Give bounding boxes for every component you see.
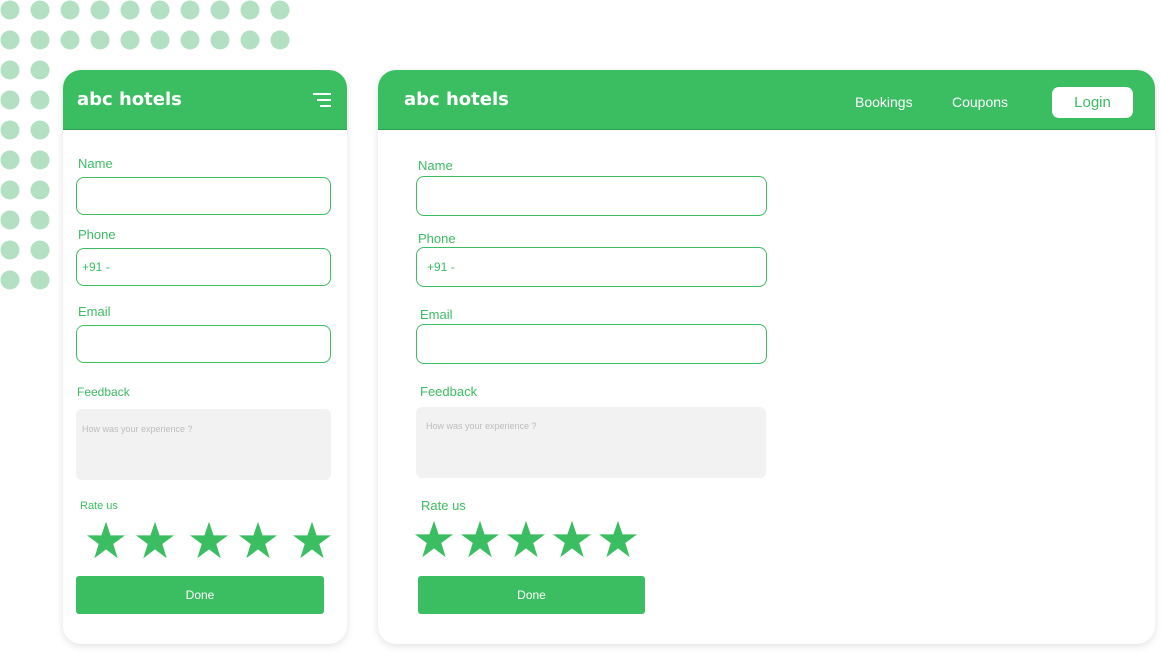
decorative-dot <box>90 0 110 20</box>
decorative-dot <box>30 0 50 20</box>
decorative-dot <box>270 30 290 50</box>
email-label: Email <box>420 307 453 322</box>
decorative-dot <box>0 120 20 140</box>
phone-prefix: +91 - <box>82 260 110 274</box>
mobile-form-panel: abc hotels Name Phone +91 - Email Feedba… <box>63 70 347 644</box>
feedback-label: Feedback <box>420 384 478 399</box>
desktop-header: abc hotels Bookings Coupons Login <box>378 70 1155 130</box>
decorative-dot <box>30 60 50 80</box>
decorative-dot <box>270 0 290 20</box>
decorative-dot <box>120 30 140 50</box>
decorative-dot <box>30 180 50 200</box>
decorative-dot <box>90 30 110 50</box>
phone-prefix: +91 - <box>427 260 455 274</box>
email-field[interactable] <box>416 324 767 364</box>
decorative-dot <box>0 0 20 20</box>
decorative-dot <box>180 30 200 50</box>
decorative-dot <box>0 210 20 230</box>
decorative-dot <box>0 30 20 50</box>
hamburger-menu-icon[interactable] <box>313 93 331 107</box>
phone-label: Phone <box>78 227 116 242</box>
feedback-placeholder: How was your experience ? <box>82 424 193 434</box>
brand-logo[interactable]: abc hotels <box>77 89 182 110</box>
decorative-dot <box>30 120 50 140</box>
star-icon[interactable] <box>415 520 453 558</box>
star-icon[interactable] <box>461 520 499 558</box>
decorative-dot <box>210 0 230 20</box>
decorative-dot <box>120 0 140 20</box>
star-icon[interactable] <box>239 521 277 559</box>
name-field[interactable] <box>76 177 331 215</box>
decorative-dot <box>60 30 80 50</box>
decorative-dot <box>0 180 20 200</box>
star-icon[interactable] <box>599 520 637 558</box>
decorative-dot <box>180 0 200 20</box>
decorative-dot <box>30 210 50 230</box>
decorative-dot <box>30 90 50 110</box>
decorative-dot <box>240 30 260 50</box>
star-icon[interactable] <box>293 521 331 559</box>
star-icon[interactable] <box>190 521 228 559</box>
mobile-header: abc hotels <box>63 70 347 130</box>
feedback-placeholder: How was your experience ? <box>426 421 537 431</box>
phone-field[interactable]: +91 - <box>76 248 331 286</box>
feedback-textarea[interactable]: How was your experience ? <box>76 409 331 480</box>
phone-label: Phone <box>418 231 456 246</box>
rate-label: Rate us <box>421 498 466 513</box>
decorative-dot <box>0 150 20 170</box>
brand-logo[interactable]: abc hotels <box>404 89 509 110</box>
email-field[interactable] <box>76 325 331 363</box>
feedback-textarea[interactable]: How was your experience ? <box>416 407 766 478</box>
star-icon[interactable] <box>507 520 545 558</box>
decorative-dot <box>60 0 80 20</box>
decorative-dot <box>30 240 50 260</box>
decorative-dot <box>30 30 50 50</box>
decorative-dot <box>240 0 260 20</box>
decorative-dot <box>210 30 230 50</box>
decorative-dot <box>30 270 50 290</box>
decorative-dot <box>0 90 20 110</box>
phone-field[interactable]: +91 - <box>416 247 767 287</box>
decorative-dot <box>0 60 20 80</box>
decorative-dot <box>0 240 20 260</box>
decorative-dot <box>0 270 20 290</box>
done-button[interactable]: Done <box>76 576 324 614</box>
rate-label: Rate us <box>80 500 118 512</box>
name-label: Name <box>78 156 113 171</box>
star-icon[interactable] <box>553 520 591 558</box>
decorative-dot <box>150 0 170 20</box>
email-label: Email <box>78 304 111 319</box>
feedback-label: Feedback <box>77 385 130 399</box>
decorative-dot <box>30 150 50 170</box>
nav-bookings-link[interactable]: Bookings <box>855 94 913 110</box>
desktop-form-panel: abc hotels Bookings Coupons Login Name P… <box>378 70 1155 644</box>
login-button[interactable]: Login <box>1052 87 1133 118</box>
nav-coupons-link[interactable]: Coupons <box>952 94 1008 110</box>
decorative-dot <box>150 30 170 50</box>
star-icon[interactable] <box>136 521 174 559</box>
name-label: Name <box>418 158 453 173</box>
name-field[interactable] <box>416 176 767 216</box>
done-button[interactable]: Done <box>418 576 645 614</box>
star-icon[interactable] <box>87 521 125 559</box>
